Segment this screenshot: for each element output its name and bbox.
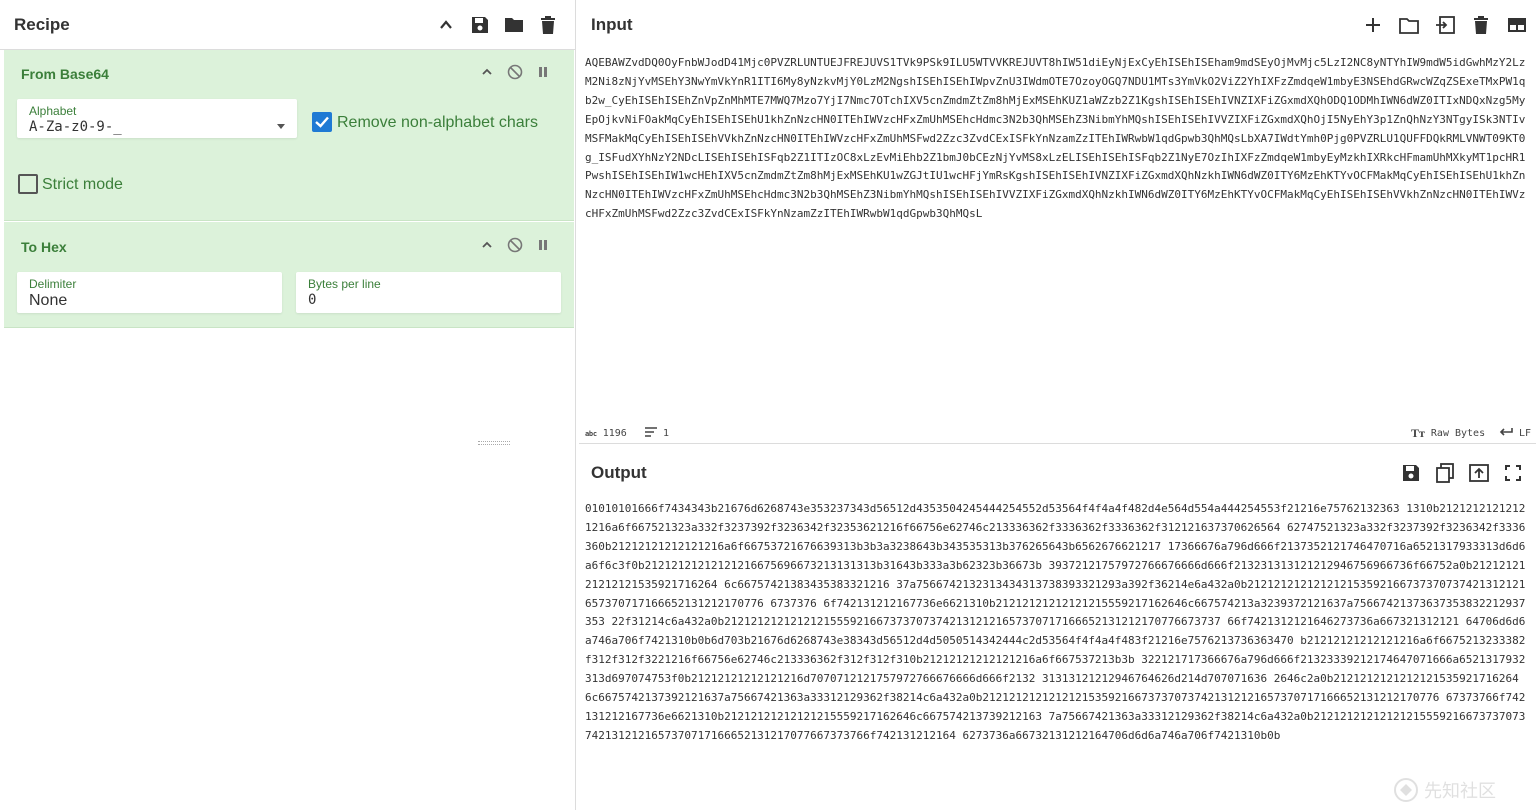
pause-icon[interactable]	[534, 236, 552, 254]
chevron-up-icon[interactable]	[478, 63, 496, 81]
op-title: To Hex	[21, 239, 67, 255]
remove-nonalpha-label[interactable]: Remove non-alphabet chars	[337, 114, 538, 132]
text-format-icon: Tт	[1411, 426, 1425, 440]
output-textarea[interactable]: 01010101666f7434343b21676d6268743e353237…	[585, 500, 1531, 805]
chevron-up-icon[interactable]	[478, 236, 496, 254]
delimiter-value: None	[29, 292, 68, 309]
bytes-per-line-label: Bytes per line	[308, 277, 381, 291]
disable-icon[interactable]	[506, 236, 524, 254]
clear-recipe-icon[interactable]	[537, 14, 559, 36]
alphabet-select[interactable]: Alphabet A-Za-z0-9-_	[17, 99, 297, 138]
save-recipe-icon[interactable]	[469, 14, 491, 36]
recipe-header: Recipe	[0, 0, 575, 50]
open-file-icon[interactable]	[1434, 14, 1456, 36]
line-count-value: 1	[663, 428, 670, 439]
op-to-hex[interactable]: To Hex Delimiter None Bytes per line 0	[4, 222, 574, 328]
alphabet-value: A-Za-z0-9-_	[29, 119, 122, 135]
input-header: Input	[579, 0, 1536, 50]
reset-layout-icon[interactable]	[1506, 14, 1528, 36]
encoding-value: Raw Bytes	[1430, 428, 1486, 439]
output-pane: Output 01010101666f7434343b21676d6268743…	[579, 448, 1536, 810]
strict-mode-checkbox[interactable]	[18, 174, 38, 194]
pause-icon[interactable]	[534, 63, 552, 81]
encoding-selector[interactable]: Tт Raw Bytes	[1411, 426, 1485, 441]
char-count-value: 1196	[602, 428, 627, 439]
op-title: From Base64	[21, 66, 109, 82]
replace-input-icon[interactable]	[1468, 462, 1490, 484]
line-count: 1	[645, 427, 669, 440]
recipe-pane: Recipe From Base64 Alphabet A-Za-z0-9-_ …	[0, 0, 576, 810]
copy-output-icon[interactable]	[1434, 462, 1456, 484]
op-from-base64[interactable]: From Base64 Alphabet A-Za-z0-9-_ Remove …	[4, 50, 574, 221]
watermark-logo: 先知社区	[1392, 776, 1522, 804]
delimiter-label: Delimiter	[29, 277, 77, 291]
maximise-icon[interactable]	[1502, 462, 1524, 484]
input-textarea[interactable]: AQEBAWZvdDQ0OyFnbWJodD41Mjc0PVZRLUNTUEJF…	[585, 54, 1531, 422]
char-count: abc 1196	[585, 428, 627, 439]
strict-mode-label[interactable]: Strict mode	[42, 176, 123, 194]
watermark-text: 先知社区	[1424, 781, 1496, 802]
alphabet-label: Alphabet	[29, 104, 77, 118]
output-title: Output	[591, 463, 647, 482]
output-header: Output	[579, 448, 1536, 498]
caret-down-icon	[277, 116, 285, 134]
save-output-icon[interactable]	[1400, 462, 1422, 484]
eol-value: LF	[1519, 428, 1532, 439]
input-pane: Input AQEBAWZvdDQ0OyFnbWJodD41Mjc0PVZRLU…	[579, 0, 1536, 444]
disable-icon[interactable]	[506, 63, 524, 81]
open-folder-icon[interactable]	[1398, 14, 1420, 36]
checkmark-icon	[315, 116, 329, 128]
recipe-title: Recipe	[14, 14, 70, 34]
remove-nonalpha-checkbox[interactable]	[312, 112, 332, 132]
pane-resize-handle[interactable]	[478, 441, 510, 445]
return-arrow-icon	[1499, 427, 1513, 440]
collapse-all-icon[interactable]	[435, 14, 457, 36]
clear-input-icon[interactable]	[1470, 14, 1492, 36]
bytes-per-line-input[interactable]: Bytes per line 0	[296, 272, 561, 313]
load-recipe-icon[interactable]	[503, 14, 525, 36]
add-tab-icon[interactable]	[1362, 14, 1384, 36]
lines-icon	[645, 427, 657, 440]
input-status-bar: abc 1196 1 Tт Raw Bytes LF	[579, 423, 1536, 444]
delimiter-select[interactable]: Delimiter None	[17, 272, 282, 313]
abc-icon: abc	[585, 429, 597, 438]
bytes-per-line-value: 0	[308, 292, 317, 308]
input-title: Input	[591, 15, 633, 34]
eol-selector[interactable]: LF	[1499, 427, 1531, 440]
